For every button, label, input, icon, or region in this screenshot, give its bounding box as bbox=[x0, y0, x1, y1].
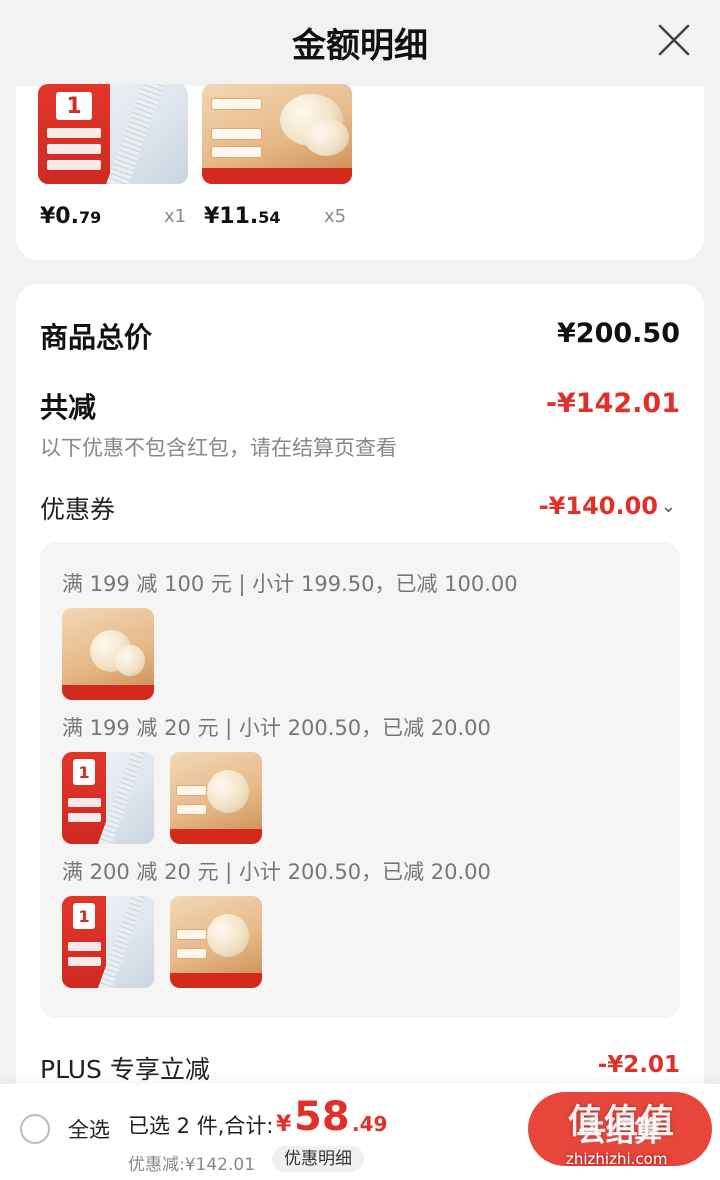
coupon-3-product-dumpling bbox=[170, 896, 262, 988]
selected-count-label: 已选 2 件,合计: bbox=[128, 1114, 274, 1138]
coupon-value[interactable]: -¥140.00 bbox=[539, 492, 658, 520]
price-breakdown-card: 商品总价 ¥200.50 共减 -¥142.01 以下优惠不包含红包，请在结算页… bbox=[16, 284, 704, 1180]
item-price-1: ¥0.79 bbox=[40, 204, 102, 229]
total-reduction-label: 共减 bbox=[40, 391, 97, 424]
item-qty-1: x1 bbox=[164, 206, 187, 227]
products-card: 1 ¥0.79 x1 ¥11.54 x5 bbox=[16, 84, 704, 260]
select-all-checkbox[interactable] bbox=[20, 1114, 50, 1144]
total-currency: ¥ bbox=[276, 1112, 292, 1137]
plus-discount-label: PLUS 专享立减 bbox=[40, 1055, 210, 1084]
modal-header: 金额明细 bbox=[0, 0, 720, 86]
product-thumbnail-dumpling[interactable] bbox=[202, 84, 352, 184]
coupon-3-product-ruler: 1 bbox=[62, 896, 154, 988]
coupon-2-product-ruler: 1 bbox=[62, 752, 154, 844]
coupon-rule-1: 满 199 减 100 元 | 小计 199.50，已减 100.00 bbox=[62, 572, 518, 596]
plus-discount-value: -¥2.01 bbox=[597, 1052, 680, 1078]
coupon-2-product-dumpling bbox=[170, 752, 262, 844]
watermark-url: zhizhizhi.com bbox=[566, 1150, 668, 1168]
coupon-label: 优惠券 bbox=[40, 495, 116, 524]
coupon-1-product-dumpling bbox=[62, 608, 154, 700]
goods-total-label: 商品总价 bbox=[40, 321, 153, 354]
goods-total-value: ¥200.50 bbox=[557, 318, 680, 349]
close-icon[interactable] bbox=[656, 22, 692, 58]
coupon-rule-3: 满 200 减 20 元 | 小计 200.50，已减 20.00 bbox=[62, 860, 491, 884]
chevron-down-icon[interactable]: ⌄ bbox=[661, 496, 676, 517]
item-qty-2: x5 bbox=[324, 206, 347, 227]
total-reduction-value: -¥142.01 bbox=[545, 388, 680, 419]
total-amount-main: 58 bbox=[294, 1094, 350, 1140]
select-all-label[interactable]: 全选 bbox=[68, 1114, 110, 1144]
product-thumbnail-ruler[interactable]: 1 bbox=[38, 84, 188, 184]
reduction-note: 以下优惠不包含红包，请在结算页查看 bbox=[40, 436, 397, 460]
item-price-2: ¥11.54 bbox=[204, 204, 281, 229]
coupon-details: 满 199 减 100 元 | 小计 199.50，已减 100.00 满 19… bbox=[40, 542, 680, 1018]
discount-summary: 优惠减:¥142.01 bbox=[128, 1155, 256, 1175]
coupon-rule-2: 满 199 减 20 元 | 小计 200.50，已减 20.00 bbox=[62, 716, 491, 740]
total-amount-cents: .49 bbox=[352, 1112, 388, 1136]
watermark-logo: 值值值 bbox=[568, 1102, 676, 1142]
discount-detail-button[interactable]: 优惠明细 bbox=[272, 1146, 364, 1172]
modal-title: 金额明细 bbox=[292, 26, 428, 66]
